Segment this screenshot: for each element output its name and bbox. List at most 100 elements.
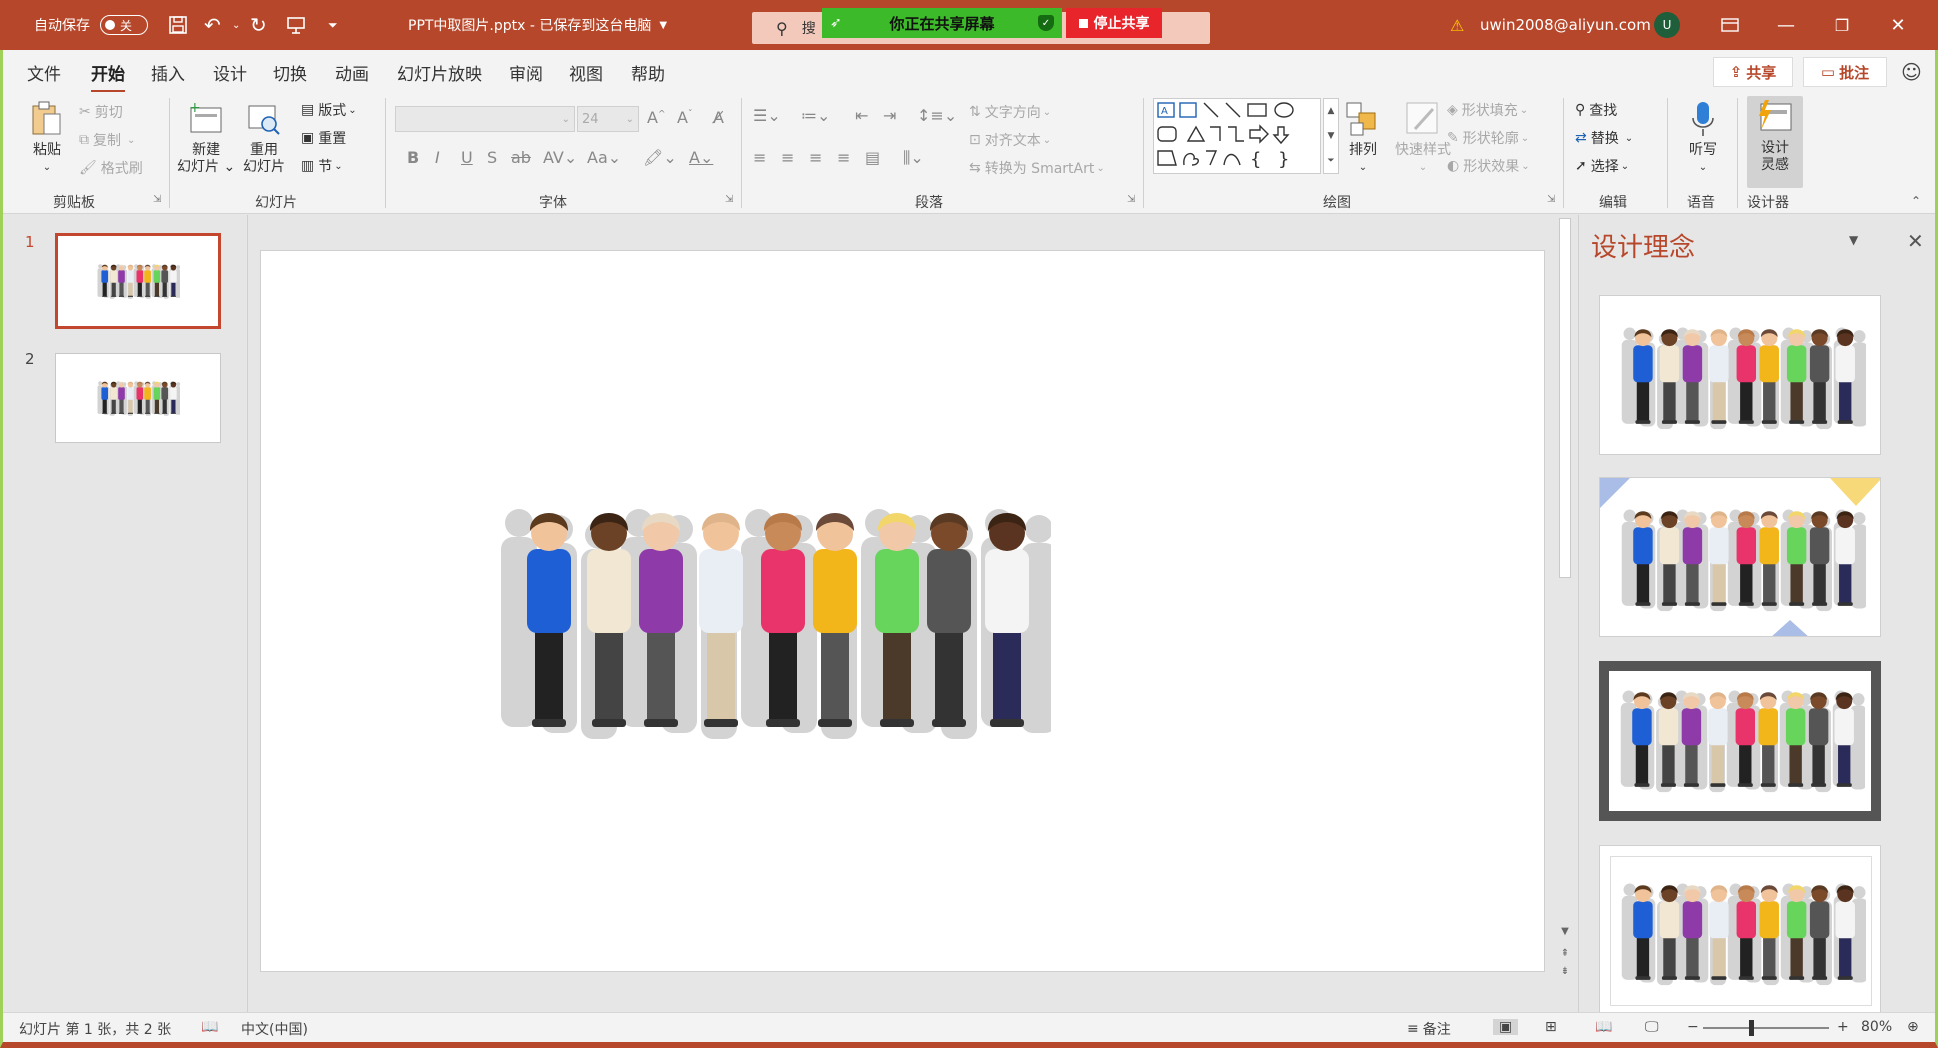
align-text-button[interactable]: ⊡ 对齐文本 ⌄ bbox=[969, 130, 1051, 150]
font-color-icon[interactable]: A⌄ bbox=[689, 148, 713, 167]
paste-button[interactable]: 粘贴 ⌄ bbox=[27, 100, 67, 176]
reuse-slides-button[interactable]: 重用 幻灯片 bbox=[243, 100, 285, 176]
comments-button[interactable]: ▭ 批注 bbox=[1803, 57, 1887, 87]
account-email[interactable]: uwin2008@aliyun.com bbox=[1480, 0, 1651, 50]
autosave[interactable]: 自动保存 关 bbox=[34, 0, 148, 50]
normal-view-icon[interactable]: ▣ bbox=[1493, 1019, 1519, 1035]
slideshow-icon[interactable]: 🖵 bbox=[1645, 1019, 1659, 1035]
align-left-icon[interactable]: ≡ bbox=[753, 148, 766, 167]
drawing-dialog-launcher-icon[interactable]: ⇲ bbox=[1547, 194, 1555, 205]
shape-fill-button[interactable]: ◈ 形状填充 ⌄ bbox=[1447, 100, 1528, 120]
zoom-level[interactable]: 80% bbox=[1861, 1019, 1892, 1035]
shape-effects-button[interactable]: ◐ 形状效果 ⌄ bbox=[1447, 156, 1530, 176]
scrollbar-thumb[interactable] bbox=[1559, 218, 1571, 578]
change-case-icon[interactable]: Aa⌄ bbox=[587, 148, 621, 167]
numbering-icon[interactable]: ≔⌄ bbox=[801, 106, 830, 125]
distributed-icon[interactable]: ▤ bbox=[865, 148, 880, 167]
new-slide-button[interactable]: + 新建 幻灯片 ⌄ bbox=[177, 100, 235, 176]
copy-button[interactable]: ⧉ 复制 ⌄ bbox=[79, 130, 135, 150]
find-button[interactable]: ⚲ 查找 bbox=[1575, 100, 1617, 120]
tab-help[interactable]: 帮助 bbox=[631, 60, 665, 85]
align-right-icon[interactable]: ≡ bbox=[809, 148, 822, 167]
next-slide-icon[interactable]: ⇟ bbox=[1556, 966, 1574, 980]
zoom-slider-thumb[interactable] bbox=[1749, 1020, 1754, 1036]
shape-outline-button[interactable]: ✎ 形状轮廓 ⌄ bbox=[1447, 128, 1529, 148]
dictate-button[interactable]: 听写 ⌄ bbox=[1683, 100, 1723, 176]
font-size-combo[interactable]: 24 ⌄ bbox=[577, 106, 639, 132]
ribbon-display-icon[interactable] bbox=[1702, 0, 1758, 50]
zoom-in-icon[interactable]: + bbox=[1837, 1019, 1849, 1035]
pane-options-icon[interactable]: ▼ bbox=[1849, 233, 1858, 247]
font-grow-icon[interactable]: A^ bbox=[647, 108, 666, 127]
bullets-icon[interactable]: ☰⌄ bbox=[753, 106, 781, 125]
tab-insert[interactable]: 插入 bbox=[151, 60, 185, 85]
shapes-gallery[interactable]: A { } bbox=[1153, 98, 1321, 174]
increase-indent-icon[interactable]: ⇥ bbox=[883, 106, 896, 125]
section-button[interactable]: ▥ 节 ⌄ bbox=[301, 156, 343, 176]
tab-review[interactable]: 审阅 bbox=[509, 60, 543, 85]
quick-styles-button[interactable]: 快速样式 ⌄ bbox=[1395, 100, 1451, 176]
cut-button[interactable]: ✂ 剪切 bbox=[79, 102, 123, 122]
decrease-indent-icon[interactable]: ⇤ bbox=[855, 106, 868, 125]
slide-scrollbar[interactable]: ▼ ⇞ ⇟ bbox=[1556, 218, 1574, 988]
strikethrough-icon[interactable]: ab bbox=[511, 148, 531, 167]
scroll-down-icon[interactable]: ▼ bbox=[1556, 926, 1574, 940]
slide-thumbnail-2[interactable] bbox=[55, 353, 221, 443]
font-shrink-icon[interactable]: Aˇ bbox=[677, 108, 692, 127]
collapse-ribbon-icon[interactable]: ⌃ bbox=[1911, 194, 1921, 208]
minimize-icon[interactable]: — bbox=[1758, 0, 1814, 50]
gallery-scroll[interactable]: ▲ ▼ ⏷ bbox=[1323, 98, 1339, 174]
columns-icon[interactable]: ⫼⌄ bbox=[903, 148, 924, 168]
redo-icon[interactable]: ↻ bbox=[250, 0, 267, 50]
justify-icon[interactable]: ≡ bbox=[837, 148, 850, 167]
avatar[interactable]: U bbox=[1654, 0, 1680, 50]
bold-icon[interactable]: B bbox=[407, 148, 419, 167]
zoom-slider[interactable] bbox=[1703, 1027, 1829, 1029]
share-button[interactable]: ⇪ 共享 bbox=[1713, 57, 1793, 87]
format-painter-button[interactable]: 🖌 格式刷 bbox=[79, 158, 143, 178]
design-idea-2[interactable] bbox=[1599, 477, 1881, 637]
customize-qat-icon[interactable]: ⏷ bbox=[328, 0, 338, 50]
tab-file[interactable]: 文件 bbox=[27, 60, 61, 85]
prev-slide-icon[interactable]: ⇞ bbox=[1556, 948, 1574, 962]
undo-dropdown-icon[interactable]: ⌄ bbox=[232, 0, 240, 50]
paragraph-dialog-launcher-icon[interactable]: ⇲ bbox=[1127, 194, 1135, 205]
tab-transitions[interactable]: 切换 bbox=[273, 60, 307, 85]
align-center-icon[interactable]: ≡ bbox=[781, 148, 794, 167]
tab-home[interactable]: 开始 bbox=[91, 60, 125, 93]
char-spacing-icon[interactable]: AV⌄ bbox=[543, 148, 577, 167]
text-direction-button[interactable]: ⇅ 文字方向 ⌄ bbox=[969, 102, 1051, 122]
zoom-out-icon[interactable]: − bbox=[1687, 1019, 1699, 1035]
fit-slide-icon[interactable]: ⊕ bbox=[1907, 1019, 1919, 1035]
font-name-combo[interactable]: ⌄ bbox=[395, 106, 575, 132]
slide-sorter-icon[interactable]: ⊞ bbox=[1545, 1019, 1557, 1035]
warning-icon[interactable]: ⚠ bbox=[1450, 0, 1464, 50]
design-ideas-button[interactable]: 设计 灵感 bbox=[1747, 96, 1803, 188]
design-idea-1[interactable] bbox=[1599, 295, 1881, 455]
feedback-smiley-icon[interactable]: ☺ bbox=[1901, 60, 1922, 84]
notes-button[interactable]: ≡ 备注 bbox=[1407, 1019, 1451, 1039]
spelling-icon[interactable]: 📖 bbox=[201, 1019, 218, 1035]
font-dialog-launcher-icon[interactable]: ⇲ bbox=[725, 194, 733, 205]
slide-thumbnail-1[interactable] bbox=[55, 233, 221, 329]
reset-button[interactable]: ▣ 重置 bbox=[301, 128, 346, 148]
autosave-toggle[interactable]: 关 bbox=[100, 15, 148, 35]
stop-sharing-button[interactable]: 停止共享 bbox=[1066, 8, 1162, 38]
layout-button[interactable]: ▤ 版式 ⌄ bbox=[301, 100, 357, 120]
current-slide[interactable] bbox=[260, 250, 1545, 972]
tab-view[interactable]: 视图 bbox=[569, 60, 603, 85]
tab-slideshow[interactable]: 幻灯片放映 bbox=[397, 60, 482, 85]
undo-icon[interactable]: ↶ bbox=[204, 0, 221, 50]
language-status[interactable]: 中文(中国) bbox=[241, 1019, 308, 1039]
tab-design[interactable]: 设计 bbox=[213, 60, 247, 85]
replace-button[interactable]: ⇄ 替换 ⌄ bbox=[1575, 128, 1633, 148]
design-idea-3[interactable] bbox=[1599, 661, 1881, 821]
reading-view-icon[interactable]: 📖 bbox=[1595, 1019, 1612, 1035]
restore-icon[interactable]: ❐ bbox=[1814, 0, 1870, 50]
tab-animations[interactable]: 动画 bbox=[335, 60, 369, 85]
highlight-icon[interactable]: 🖍⌄ bbox=[643, 148, 677, 167]
line-spacing-icon[interactable]: ↕≡⌄ bbox=[917, 106, 957, 125]
close-icon[interactable]: ✕ bbox=[1870, 0, 1926, 50]
shadow-icon[interactable]: S bbox=[487, 148, 497, 167]
present-icon[interactable] bbox=[286, 0, 306, 50]
